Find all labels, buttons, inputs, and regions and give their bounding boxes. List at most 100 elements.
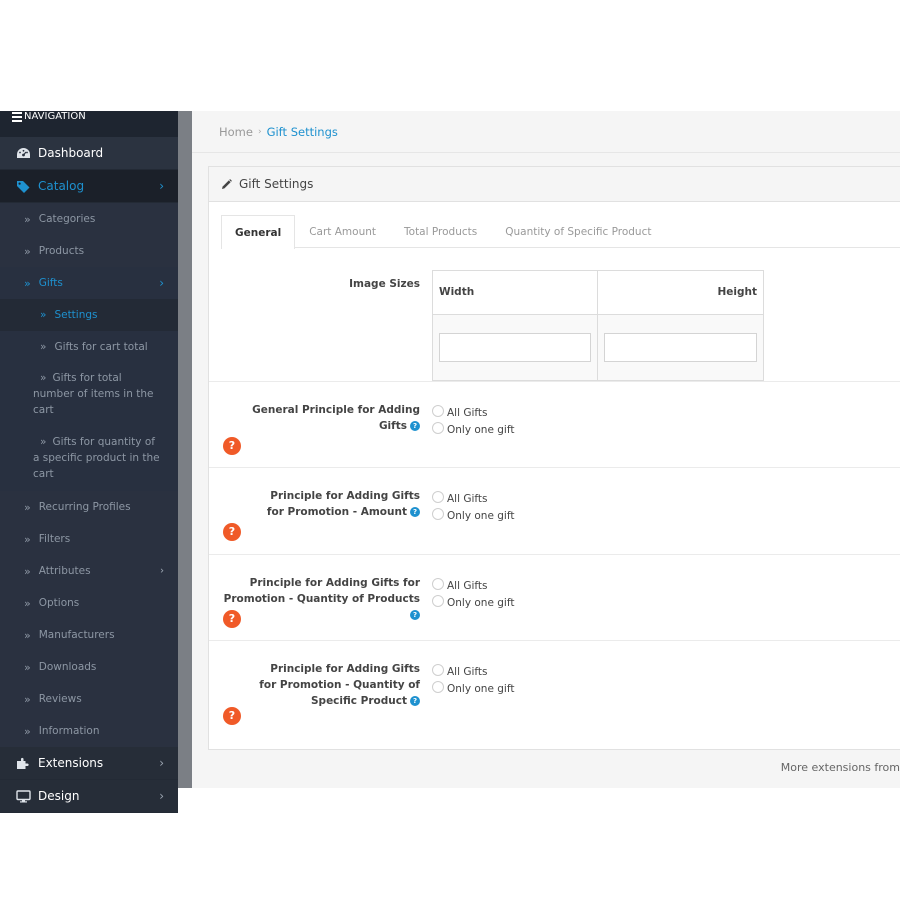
double-chevron-icon: »	[24, 628, 31, 642]
tab-cart-amount[interactable]: Cart Amount	[295, 215, 390, 248]
principle-radio-group: All Gifts Only one gift	[432, 641, 514, 749]
double-chevron-icon: »	[24, 532, 31, 546]
sidebar-divider[interactable]	[178, 111, 192, 788]
breadcrumb-home-link[interactable]: Home	[219, 125, 253, 139]
radio-button[interactable]	[432, 421, 444, 434]
radio-button[interactable]	[432, 680, 444, 693]
principle-label-text: Principle for Adding Gifts for Promotion…	[259, 663, 420, 707]
help-icon[interactable]: ?	[410, 610, 420, 620]
sidebar-item-gift-settings[interactable]: » Settings	[0, 299, 178, 331]
radio-all-gifts[interactable]: All Gifts	[432, 663, 514, 680]
sidebar-item-recurring-profiles[interactable]: » Recurring Profiles	[0, 491, 178, 523]
sidebar-item-label: Reviews	[38, 693, 82, 705]
chevron-right-icon: ›	[159, 179, 164, 193]
sidebar-item-categories[interactable]: » Categories	[0, 203, 178, 235]
radio-button[interactable]	[432, 663, 444, 676]
panel-title: Gift Settings	[239, 177, 314, 191]
principle-row: Principle for Adding Gifts for Promotion…	[209, 641, 900, 749]
help-icon[interactable]: ?	[410, 421, 420, 431]
info-warning-icon[interactable]: ?	[223, 610, 241, 628]
radio-all-gifts[interactable]: All Gifts	[432, 490, 514, 507]
sidebar-item-label: Manufacturers	[38, 629, 115, 641]
sidebar-item-options[interactable]: » Options	[0, 587, 178, 619]
height-header: Height	[597, 270, 764, 315]
dashboard-icon	[15, 146, 31, 160]
navigation-header[interactable]: NAVIGATION	[0, 111, 178, 137]
principle-radio-group: All Gifts Only one gift	[432, 555, 514, 640]
radio-button[interactable]	[432, 490, 444, 503]
principle-label: General Principle for Adding Gifts?	[221, 382, 432, 467]
double-chevron-icon: »	[40, 372, 47, 384]
sidebar-item-label: Gifts for total number of items in the c…	[33, 372, 154, 416]
double-chevron-icon: »	[24, 276, 31, 290]
double-chevron-icon: »	[24, 660, 31, 674]
sidebar-item-label: Information	[38, 725, 100, 737]
catalog-submenu: » Categories » Products » Gifts › » Sett…	[0, 203, 178, 747]
sidebar-item-label: Gifts for quantity of a specific product…	[33, 436, 160, 480]
sidebar-item-label: Categories	[38, 213, 96, 225]
help-icon[interactable]: ?	[410, 507, 420, 517]
radio-button[interactable]	[432, 507, 444, 520]
radio-label: All Gifts	[447, 579, 488, 592]
principle-row: Principle for Adding Gifts for Promotion…	[209, 468, 900, 555]
width-header: Width	[431, 270, 599, 315]
radio-button[interactable]	[432, 577, 444, 590]
radio-all-gifts[interactable]: All Gifts	[432, 577, 514, 594]
radio-label: Only one gift	[447, 423, 515, 436]
breadcrumb-current-link[interactable]: Gift Settings	[267, 125, 338, 139]
settings-tabs: General Cart Amount Total Products Quant…	[221, 215, 900, 249]
sidebar-item-label: Recurring Profiles	[38, 501, 131, 513]
radio-only-one-gift[interactable]: Only one gift	[432, 507, 514, 524]
chevron-right-icon: ›	[159, 276, 164, 290]
sidebar-item-downloads[interactable]: » Downloads	[0, 651, 178, 683]
sidebar-item-catalog[interactable]: Catalog ›	[0, 170, 178, 203]
sidebar-item-label: Products	[38, 245, 85, 257]
radio-label: Only one gift	[447, 509, 515, 522]
sidebar-item-label: Design	[38, 789, 80, 803]
double-chevron-icon: »	[40, 341, 47, 353]
tab-quantity-specific-product[interactable]: Quantity of Specific Product	[491, 215, 665, 248]
help-icon[interactable]: ?	[410, 696, 420, 706]
sidebar-item-reviews[interactable]: » Reviews	[0, 683, 178, 715]
sidebar-item-manufacturers[interactable]: » Manufacturers	[0, 619, 178, 651]
sidebar-item-label: Gifts for cart total	[54, 341, 148, 353]
tab-total-products[interactable]: Total Products	[390, 215, 491, 248]
sidebar-item-gifts[interactable]: » Gifts ›	[0, 267, 178, 299]
tab-general[interactable]: General	[221, 215, 296, 249]
sidebar-item-extensions[interactable]: Extensions ›	[0, 747, 178, 780]
sidebar-item-attributes[interactable]: » Attributes ›	[0, 555, 178, 587]
radio-all-gifts[interactable]: All Gifts	[432, 404, 514, 421]
principle-label: Principle for Adding Gifts for Promotion…	[221, 468, 432, 554]
principle-row: General Principle for Adding Gifts? All …	[209, 382, 900, 468]
image-sizes-row: Image Sizes Width Height	[209, 248, 900, 382]
sidebar-item-gifts-specific-qty[interactable]: » Gifts for quantity of a specific produc…	[0, 427, 178, 491]
sidebar-item-label: Catalog	[38, 179, 85, 193]
pencil-icon	[221, 178, 232, 190]
radio-only-one-gift[interactable]: Only one gift	[432, 594, 514, 611]
info-warning-icon[interactable]: ?	[223, 523, 241, 541]
radio-only-one-gift[interactable]: Only one gift	[432, 421, 514, 438]
double-chevron-icon: »	[24, 212, 31, 226]
double-chevron-icon: »	[24, 692, 31, 706]
sidebar-item-gifts-cart-total[interactable]: » Gifts for cart total	[0, 331, 178, 363]
sidebar-item-information[interactable]: » Information	[0, 715, 178, 747]
sidebar-item-design[interactable]: Design ›	[0, 780, 178, 813]
radio-button[interactable]	[432, 594, 444, 607]
radio-only-one-gift[interactable]: Only one gift	[432, 680, 514, 697]
info-warning-icon[interactable]: ?	[223, 707, 241, 725]
double-chevron-icon: »	[24, 724, 31, 738]
principle-label-text: General Principle for Adding Gifts	[252, 404, 420, 432]
image-height-input[interactable]	[604, 332, 757, 362]
sidebar-item-dashboard[interactable]: Dashboard	[0, 137, 178, 170]
sidebar-item-gifts-total-number[interactable]: » Gifts for total number of items in the …	[0, 363, 178, 427]
chevron-right-icon: ›	[159, 789, 164, 803]
panel-body: General Cart Amount Total Products Quant…	[209, 202, 900, 749]
radio-button[interactable]	[432, 404, 444, 417]
principle-radio-group: All Gifts Only one gift	[432, 382, 514, 467]
image-sizes-table: Width Height	[431, 270, 764, 382]
double-chevron-icon: »	[24, 500, 31, 514]
sidebar-item-filters[interactable]: » Filters	[0, 523, 178, 555]
info-warning-icon[interactable]: ?	[223, 437, 241, 455]
sidebar-item-products[interactable]: » Products	[0, 235, 178, 267]
image-width-input[interactable]	[439, 332, 592, 362]
